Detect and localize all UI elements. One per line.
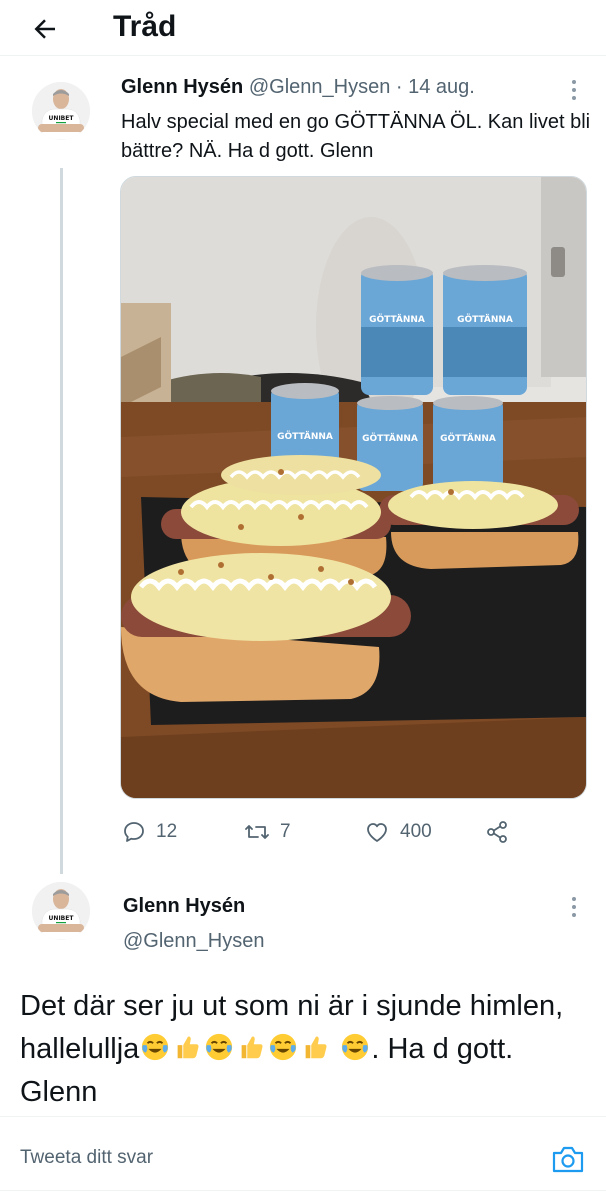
reply-icon (124, 822, 144, 842)
more-options-button[interactable] (564, 893, 584, 921)
arrow-left-icon (34, 19, 55, 39)
retweet-button[interactable]: 7 (244, 812, 291, 852)
avatar[interactable]: UNIBET (32, 82, 90, 140)
thumbs-up-emoji-icon (177, 1036, 199, 1059)
reply-button[interactable]: 12 (122, 812, 177, 852)
share-icon (487, 821, 507, 843)
thread-connector-line (60, 168, 63, 874)
svg-text:GÖTTÄNNA: GÖTTÄNNA (457, 314, 513, 325)
more-options-button[interactable] (564, 76, 584, 104)
camera-icon (552, 1146, 584, 1173)
author-name[interactable]: Glenn Hysén (121, 76, 243, 98)
tears-of-joy-emoji-icon (342, 1033, 369, 1061)
thumbs-up-emoji-icon (241, 1036, 263, 1059)
back-button[interactable] (28, 12, 62, 46)
camera-button[interactable] (550, 1141, 586, 1177)
tweet-photo[interactable]: GÖTTÄNNA GÖTTÄNNA GÖTTÄNNA GÖTTÄNNA GÖTT… (120, 176, 587, 799)
tweet-text: Halv special med en go GÖTTÄNNA ÖL. Kan … (121, 111, 591, 162)
separator-dot: · (395, 76, 403, 98)
thumbs-up-emoji-icon (305, 1036, 327, 1059)
like-button[interactable]: 400 (364, 812, 432, 852)
svg-text:GÖTTÄNNA: GÖTTÄNNA (440, 433, 496, 444)
more-dots-icon (572, 80, 576, 84)
tweet-actions: 12 7 400 (120, 812, 540, 852)
tears-of-joy-emoji-icon (270, 1033, 297, 1061)
tweet-date[interactable]: 14 aug. (408, 76, 475, 98)
svg-text:UNIBET: UNIBET (49, 915, 75, 922)
tears-of-joy-emoji-icon (142, 1033, 169, 1061)
divider (0, 1190, 606, 1191)
tears-of-joy-emoji-icon (206, 1033, 233, 1061)
heart-icon (367, 823, 387, 842)
tweet-header: Glenn Hysén @Glenn_Hysen · 14 aug. (121, 76, 475, 99)
svg-text:GÖTTÄNNA: GÖTTÄNNA (362, 433, 418, 444)
svg-text:GÖTTÄNNA: GÖTTÄNNA (369, 314, 425, 325)
share-button[interactable] (484, 812, 510, 852)
top-bar: Tråd (0, 0, 606, 56)
avatar[interactable]: UNIBET (32, 882, 90, 940)
reply-input[interactable] (20, 1147, 440, 1169)
tweet-text: Det där ser ju ut som ni är i sjunde him… (20, 985, 590, 1114)
svg-text:UNIBET: UNIBET (49, 115, 75, 122)
reply-composer (0, 1116, 606, 1200)
author-handle[interactable]: @Glenn_Hysen (249, 76, 390, 98)
retweet-count: 7 (280, 821, 291, 842)
more-dots-icon (572, 897, 576, 901)
page-title: Tråd (113, 10, 177, 43)
svg-text:GÖTTÄNNA: GÖTTÄNNA (277, 431, 333, 442)
author-name[interactable]: Glenn Hysén (123, 895, 245, 918)
reply-count: 12 (156, 821, 178, 842)
retweet-icon (245, 825, 269, 839)
author-handle[interactable]: @Glenn_Hysen (123, 930, 264, 953)
like-count: 400 (400, 821, 432, 842)
